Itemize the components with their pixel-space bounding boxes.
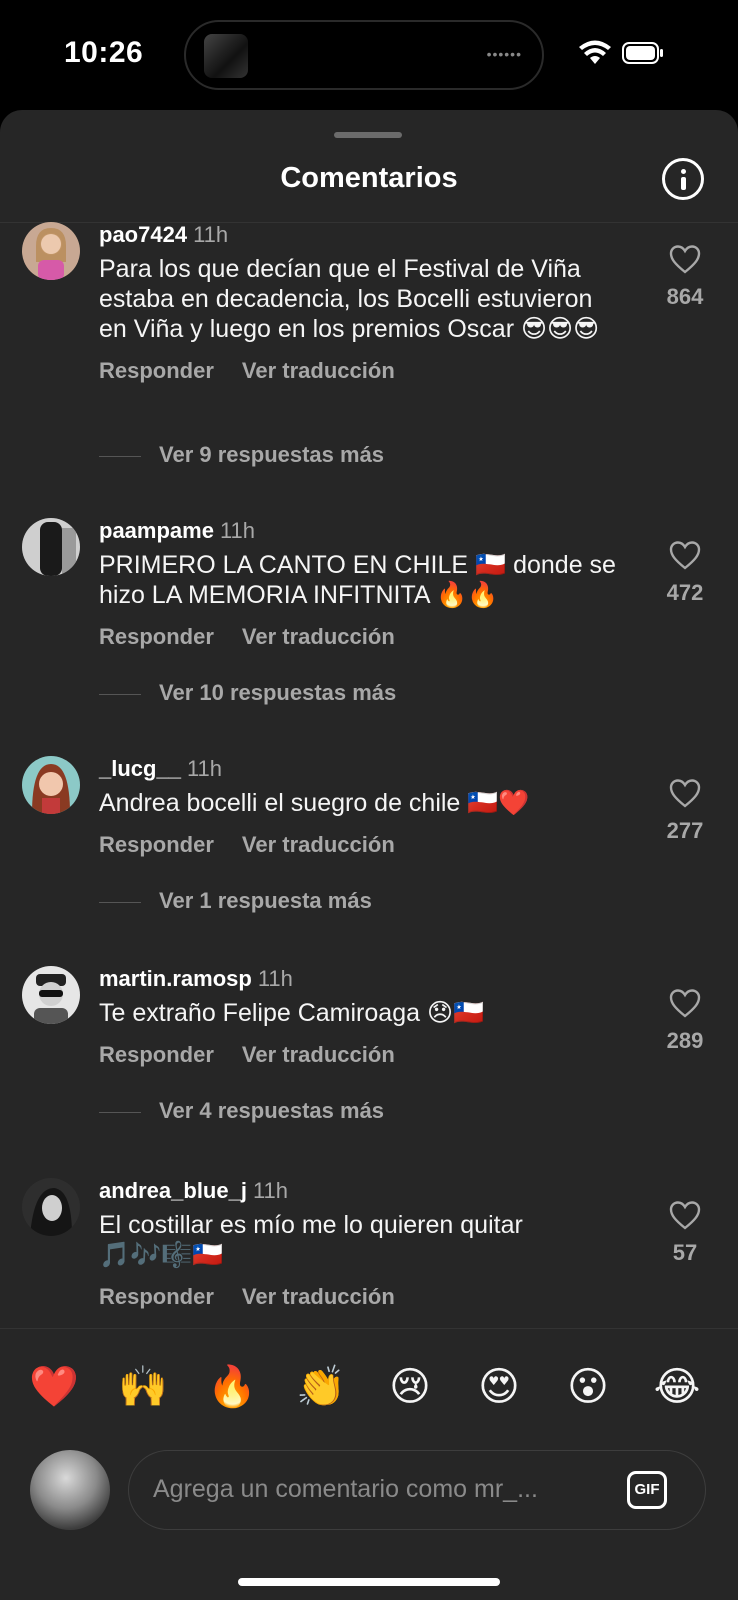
heart-icon[interactable] [669, 1200, 701, 1230]
comments-sheet: Comentarios pao7424 11h Para los que decí… [0, 110, 738, 1600]
comment-username[interactable]: andrea_blue_j [99, 1178, 247, 1203]
sheet-grabber[interactable] [334, 132, 402, 138]
like-control: 277 [655, 778, 715, 844]
reaction-heart-eyes[interactable]: 😍 [469, 1357, 529, 1417]
comment-time: 11h [257, 966, 293, 991]
comment-time: 11h [219, 518, 256, 543]
reaction-clap[interactable]: 👏 [291, 1357, 351, 1417]
comment-text: Para los que decían que el Festival de V… [99, 255, 600, 343]
comment-time: 11h [252, 1178, 289, 1203]
like-control: 472 [655, 540, 715, 606]
like-count: 289 [666, 1028, 704, 1053]
home-indicator[interactable] [238, 1578, 500, 1586]
heart-icon[interactable] [669, 778, 701, 808]
like-count: 864 [666, 284, 704, 309]
avatar[interactable] [22, 1178, 80, 1236]
dynamic-island[interactable]: •••••• [184, 20, 544, 90]
quick-reactions-bar: ❤️ 🙌 🔥 👏 😢 😍 😮 😂 [0, 1328, 738, 1436]
comment-body: _lucg__ 11h Andrea bocelli el suegro de c… [99, 756, 619, 858]
reply-button[interactable]: Responder [99, 624, 214, 649]
reply-button[interactable]: Responder [99, 1042, 214, 1067]
like-count: 57 [672, 1240, 698, 1265]
battery-icon [622, 42, 663, 64]
like-count: 277 [666, 818, 704, 843]
heart-icon[interactable] [669, 988, 701, 1018]
comment-body: pao7424 11h Para los que decían que el Fe… [99, 222, 619, 384]
comment-username[interactable]: pao7424 [99, 222, 187, 247]
comment-body: paampame 11h PRIMERO LA CANTO EN CHILE 🇨🇱… [99, 518, 619, 650]
comment-text: Te extraño Felipe Camiroaga 😞🇨🇱 [99, 999, 485, 1027]
comment-text: PRIMERO LA CANTO EN CHILE 🇨🇱 donde se hi… [99, 551, 616, 609]
now-playing-thumbnail [204, 34, 248, 78]
avatar[interactable] [22, 518, 80, 576]
reaction-laughing[interactable]: 😂 [647, 1357, 707, 1417]
status-time: 10:26 [64, 36, 144, 69]
reaction-fire[interactable]: 🔥 [202, 1357, 262, 1417]
comment-item: martin.ramosp 11h Te extraño Felipe Camir… [0, 966, 738, 1178]
status-bar: 10:26 •••••• [0, 0, 738, 110]
avatar[interactable] [22, 222, 80, 280]
reaction-raised-hands[interactable]: 🙌 [113, 1357, 173, 1417]
audio-waveform-icon: •••••• [486, 46, 522, 62]
reply-button[interactable]: Responder [99, 358, 214, 383]
reaction-surprised[interactable]: 😮 [558, 1357, 618, 1417]
like-control: 289 [655, 988, 715, 1054]
reply-button[interactable]: Responder [99, 832, 214, 857]
comment-item: paampame 11h PRIMERO LA CANTO EN CHILE 🇨🇱… [0, 518, 738, 756]
translate-button[interactable]: Ver traducción [242, 358, 395, 383]
heart-icon[interactable] [669, 540, 701, 570]
view-replies-button[interactable]: Ver 4 respuestas más [99, 1098, 384, 1124]
comment-username[interactable]: paampame [99, 518, 214, 543]
translate-button[interactable]: Ver traducción [242, 1284, 395, 1309]
comment-composer: Agrega un comentario como mr_... GIF [0, 1436, 738, 1600]
comment-username[interactable]: _lucg__ [99, 756, 181, 781]
sheet-title: Comentarios [280, 162, 458, 194]
comments-list[interactable]: pao7424 11h Para los que decían que el Fe… [0, 222, 738, 1440]
view-replies-button[interactable]: Ver 1 respuesta más [99, 888, 372, 914]
comment-username[interactable]: martin.ramosp [99, 966, 252, 991]
view-replies-button[interactable]: Ver 9 respuestas más [99, 442, 384, 468]
translate-button[interactable]: Ver traducción [242, 624, 395, 649]
comment-item: pao7424 11h Para los que decían que el Fe… [0, 222, 738, 518]
avatar[interactable] [22, 756, 80, 814]
view-replies-button[interactable]: Ver 10 respuestas más [99, 680, 396, 706]
comment-input-placeholder: Agrega un comentario como mr_... [153, 1475, 538, 1503]
reaction-crying[interactable]: 😢 [380, 1357, 440, 1417]
comment-body: martin.ramosp 11h Te extraño Felipe Camir… [99, 966, 619, 1068]
comment-text: El costillar es mío me lo quieren quitar… [99, 1211, 523, 1269]
comment-input[interactable]: Agrega un comentario como mr_... GIF [128, 1450, 706, 1530]
comment-text: Andrea bocelli el suegro de chile 🇨🇱❤️ [99, 789, 530, 817]
comment-time: 11h [186, 756, 223, 781]
translate-button[interactable]: Ver traducción [242, 832, 395, 857]
comment-time: 11h [193, 222, 229, 247]
heart-icon[interactable] [669, 244, 701, 274]
avatar[interactable] [22, 966, 80, 1024]
wifi-icon [579, 40, 611, 64]
gif-button[interactable]: GIF [627, 1471, 667, 1509]
current-user-avatar [30, 1450, 110, 1530]
like-control: 864 [655, 244, 715, 310]
info-button[interactable] [662, 158, 704, 200]
reaction-heart[interactable]: ❤️ [24, 1357, 84, 1417]
like-control: 57 [655, 1200, 715, 1266]
like-count: 472 [666, 580, 704, 605]
translate-button[interactable]: Ver traducción [242, 1042, 395, 1067]
comment-item: _lucg__ 11h Andrea bocelli el suegro de c… [0, 756, 738, 966]
reply-button[interactable]: Responder [99, 1284, 214, 1309]
comment-body: andrea_blue_j 11h El costillar es mío me … [99, 1178, 619, 1310]
